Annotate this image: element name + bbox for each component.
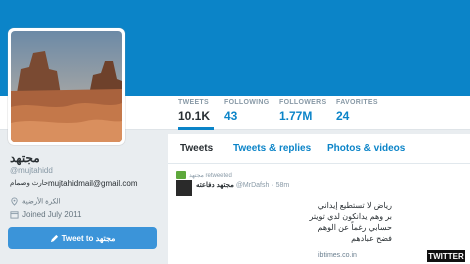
stat-followers-value: 1.77M <box>279 109 313 123</box>
tweet-line: بر وهم يدانكون لدي تويتر <box>309 212 392 221</box>
calendar-icon <box>10 211 19 219</box>
profile-bio: حارث وصمام <box>10 180 49 187</box>
location-pin-icon <box>11 197 18 206</box>
tweet-text: رياض لا تستطيع إيداني بر وهم يدانكون لدي… <box>180 200 392 244</box>
retweet-icon <box>176 171 186 179</box>
tweet-author-handle[interactable]: @MrDafsh <box>236 182 270 189</box>
retweet-line: مجتهد retweeted <box>189 172 232 179</box>
tweet-time[interactable]: 58m <box>276 182 290 189</box>
twitter-badge: TWITTER <box>427 250 465 262</box>
timeline-tabs: Tweets Tweets & replies Photos & videos <box>168 134 470 164</box>
tweet-line: فضح عبادهم <box>351 234 392 243</box>
compose-icon <box>50 234 58 242</box>
stat-following[interactable]: FOLLOWING 43 <box>224 99 269 130</box>
retweet-label: retweeted <box>205 173 232 179</box>
tweet-author-name[interactable]: مجتهد دفاعته <box>196 182 234 189</box>
profile-avatar[interactable] <box>8 28 125 145</box>
tab-photos-videos[interactable]: Photos & videos <box>327 143 405 154</box>
tweet-to-name: مجتهد <box>95 233 116 243</box>
profile-name: مجتهد <box>10 151 40 165</box>
tweet-line: رياض لا تستطيع إيداني <box>317 201 392 210</box>
profile-handle[interactable]: @mujtahidd <box>10 166 53 175</box>
stat-following-label: FOLLOWING <box>224 99 270 106</box>
tweet-line: حسابي رغماً عن الوهم <box>317 223 392 232</box>
stat-favorites-label: FAVORITES <box>336 99 378 106</box>
profile-email: mujtahidmail@gmail.com <box>48 179 138 188</box>
profile-joined: Joined July 2011 <box>10 210 81 219</box>
tweet-to-button[interactable]: Tweet to مجتهد <box>8 227 157 249</box>
timeline-panel: Tweets Tweets & replies Photos & videos <box>168 134 470 264</box>
tab-tweets-replies[interactable]: Tweets & replies <box>233 143 311 154</box>
stat-tweets-label: TWEETS <box>178 99 209 106</box>
stat-tweets-value: 10.1K <box>178 109 211 123</box>
tweet-author-avatar[interactable] <box>176 180 192 196</box>
stat-followers-label: FOLLOWERS <box>279 99 327 106</box>
stat-tweets[interactable]: TWEETS 10.1K <box>178 99 215 130</box>
avatar-landscape-image <box>11 31 122 142</box>
source-watermark: ibtimes.co.in <box>318 252 357 259</box>
tweet-to-label: Tweet to <box>61 233 94 243</box>
profile-location-text: الكرة الأرضية <box>22 198 61 206</box>
profile-joined-text: Joined July 2011 <box>22 210 82 219</box>
profile-location: الكرة الأرضية <box>10 197 61 206</box>
stat-following-value: 43 <box>224 109 238 123</box>
stat-followers[interactable]: FOLLOWERS 1.77M <box>279 99 326 130</box>
stat-favorites-value: 24 <box>336 109 350 123</box>
tab-tweets[interactable]: Tweets <box>180 143 213 154</box>
tweet-author-line: مجتهد دفاعته @MrDafsh · 58m <box>196 182 290 189</box>
stat-favorites[interactable]: FAVORITES 24 <box>336 99 378 130</box>
retweet-by[interactable]: مجتهد <box>189 173 204 179</box>
